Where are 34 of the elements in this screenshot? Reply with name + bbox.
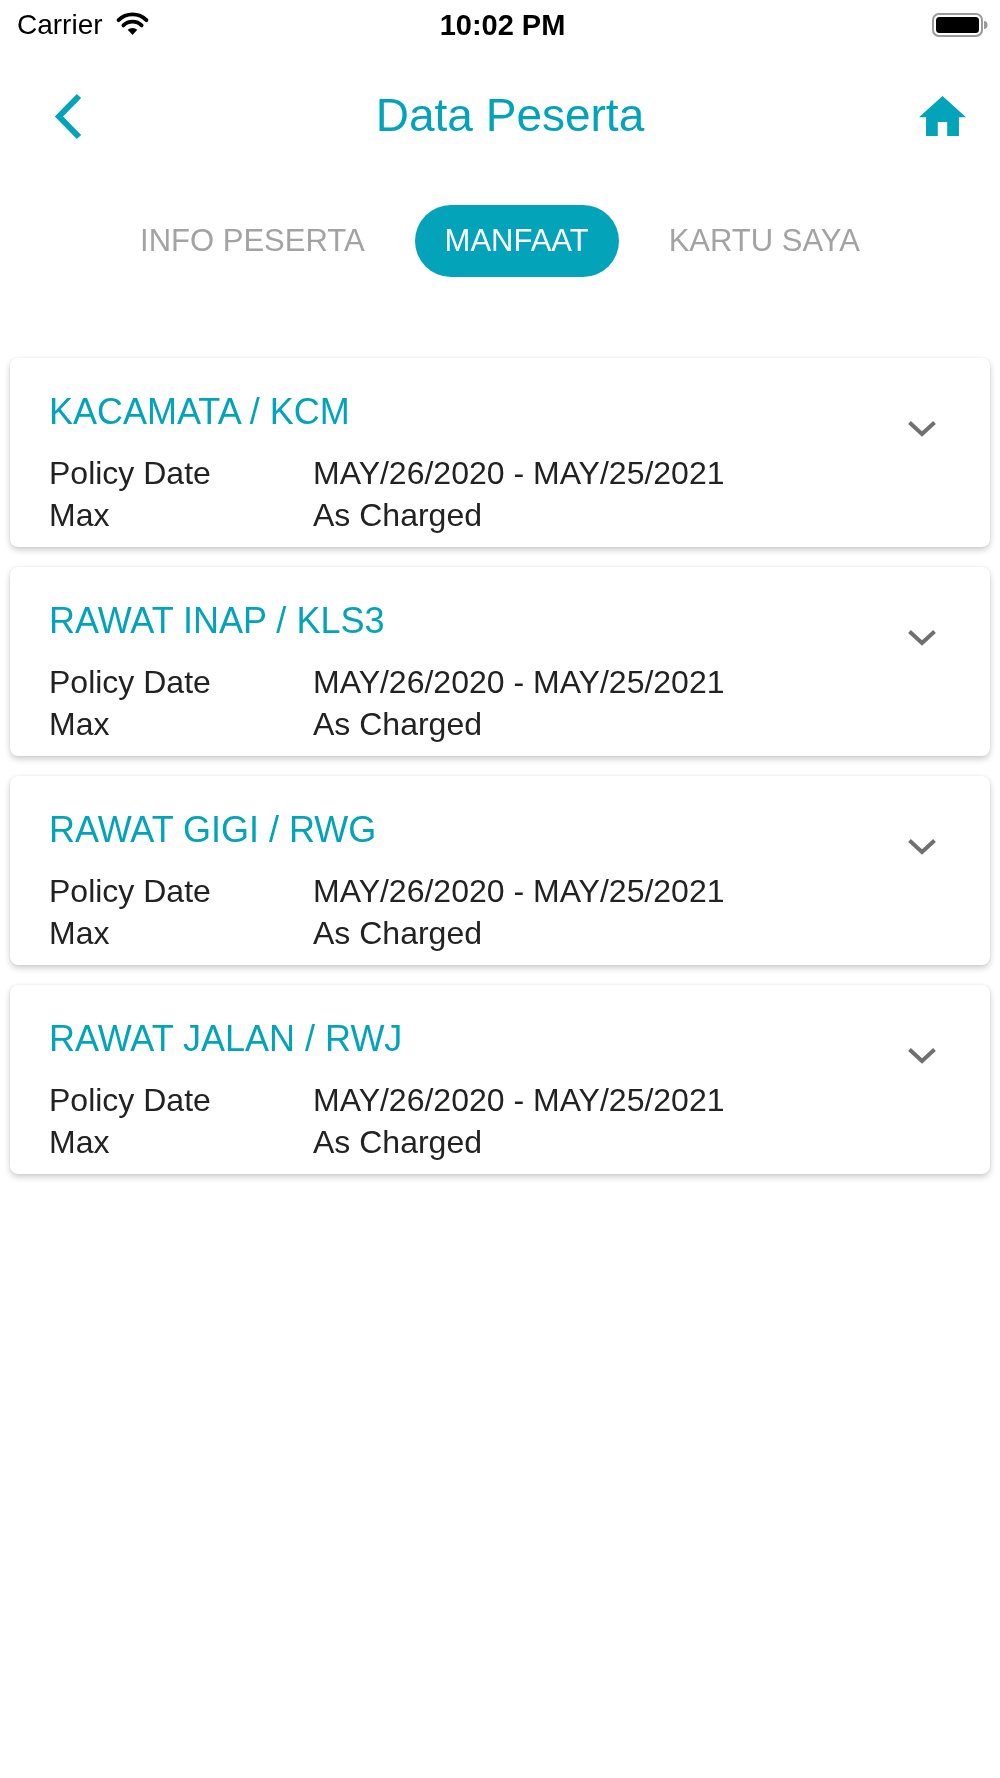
benefit-title: KACAMATA / KCM [49,390,351,433]
home-icon[interactable] [919,96,966,136]
tab[interactable]: INFO PESERTA [110,205,395,277]
page-title: Data Peserta [375,88,645,144]
chevron-down-icon[interactable] [907,420,937,437]
tab[interactable]: KARTU SAYA [638,205,890,277]
field-label: Max [49,1123,111,1162]
field-label: Policy Date [49,454,212,493]
field-value: MAY/26/2020 - MAY/25/2021 [313,1081,725,1120]
field-value: As Charged [313,705,483,744]
field-label: Max [49,914,111,953]
field-label: Policy Date [49,872,212,911]
benefit-title: RAWAT INAP / KLS3 [49,599,386,642]
wifi-icon [114,10,150,36]
carrier-name: Carrier [17,9,103,41]
field-label: Max [49,705,111,744]
benefit-title: RAWAT JALAN / RWJ [49,1017,404,1060]
back-icon[interactable] [54,92,83,140]
chevron-down-icon[interactable] [907,1047,937,1064]
field-label: Policy Date [49,663,212,702]
field-label: Max [49,496,111,535]
field-value: MAY/26/2020 - MAY/25/2021 [313,872,725,911]
benefit-title: RAWAT GIGI / RWG [49,808,378,851]
field-label: Policy Date [49,1081,212,1120]
status-time: 10:02 PM [439,8,566,42]
field-value: As Charged [313,1123,483,1162]
tab[interactable]: MANFAAT [414,205,619,277]
battery-icon [932,13,988,37]
field-value: MAY/26/2020 - MAY/25/2021 [313,454,725,493]
field-value: As Charged [313,496,483,535]
chevron-down-icon[interactable] [907,838,937,855]
field-value: As Charged [313,914,483,953]
chevron-down-icon[interactable] [907,629,937,646]
field-value: MAY/26/2020 - MAY/25/2021 [313,663,725,702]
